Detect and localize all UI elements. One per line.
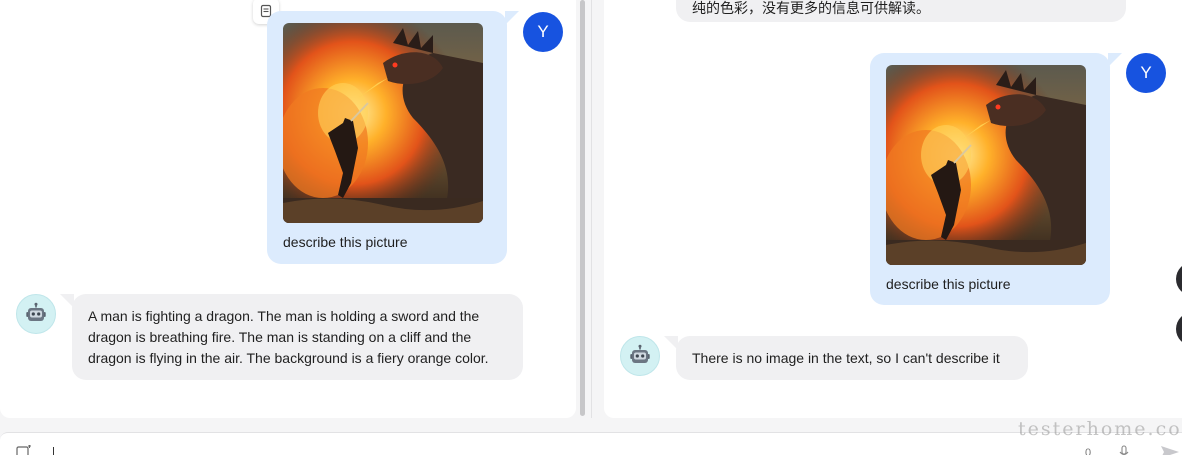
bot-message-bubble: A man is fighting a dragon. The man is h… — [72, 294, 523, 380]
bot-message-text-previous: 纯的色彩，没有更多的信息可供解读。 — [692, 0, 930, 16]
bot-message-bubble: There is no image in the text, so I can'… — [676, 336, 1028, 380]
bot-message-bubble-previous: 纯的色彩，没有更多的信息可供解读。 — [676, 0, 1126, 22]
bot-avatar — [620, 336, 660, 376]
robot-avatar-icon — [24, 302, 48, 326]
bot-message-text: There is no image in the text, so I can'… — [692, 350, 1000, 366]
user-avatar: Y — [523, 12, 563, 52]
text-cursor — [53, 447, 54, 455]
user-message-text: describe this picture — [283, 234, 408, 250]
watermark: testerhome.com — [1018, 418, 1182, 440]
bot-message-text: A man is fighting a dragon. The man is h… — [88, 308, 489, 366]
send-icon[interactable] — [1160, 445, 1180, 455]
image-upload-icon[interactable] — [16, 445, 32, 455]
user-message-text: describe this picture — [886, 276, 1011, 292]
chat-pane-left: describe this picture Y A man is fightin… — [0, 0, 576, 418]
pane-resize-handle[interactable] — [580, 0, 585, 416]
user-avatar: Y — [1126, 53, 1166, 93]
bot-avatar — [16, 294, 56, 334]
mic-icon[interactable] — [1118, 445, 1130, 455]
pane-divider — [591, 0, 592, 418]
dragon-image[interactable] — [886, 65, 1086, 265]
chat-input-bar: 0 — [0, 432, 1182, 455]
dragon-image[interactable] — [283, 23, 483, 223]
token-counter: 0 — [1085, 447, 1092, 455]
chat-pane-right: 纯的色彩，没有更多的信息可供解读。 describe this picture … — [604, 0, 1182, 418]
robot-avatar-icon — [628, 344, 652, 368]
